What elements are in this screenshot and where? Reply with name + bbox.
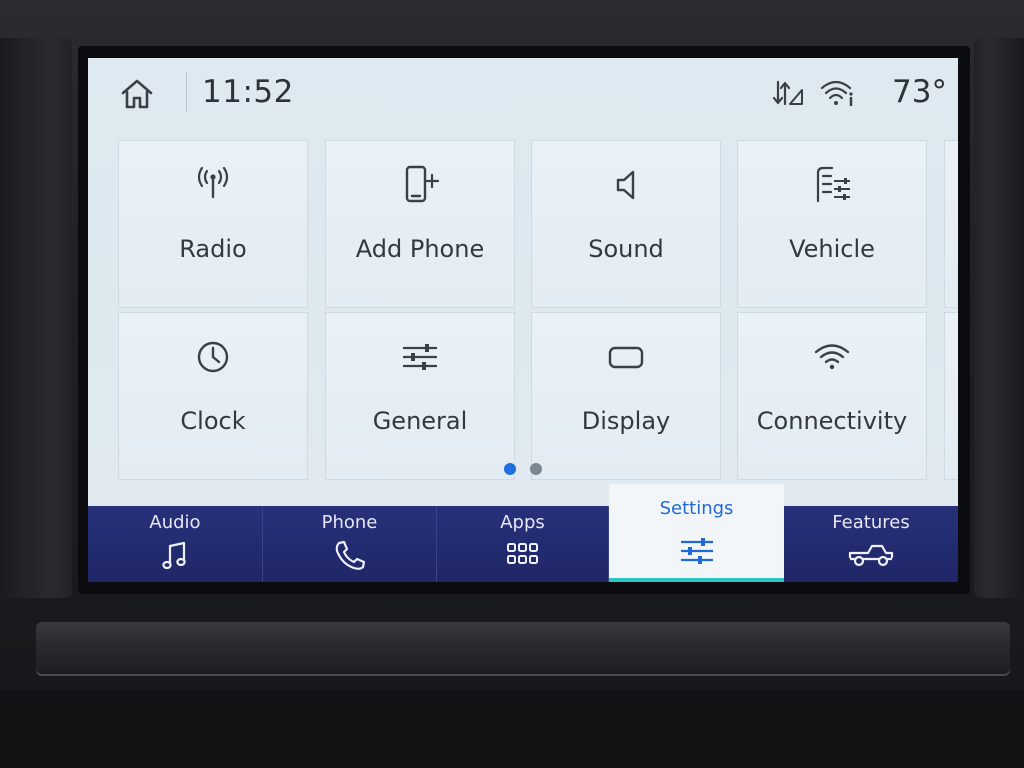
active-tab-underline [609,578,784,582]
page-indicator [503,463,543,477]
nav-label: Features [832,512,910,533]
wifi-info-icon [820,78,856,108]
tile-label: Clock [180,407,246,435]
tile-label: General [372,407,468,435]
tile-general[interactable]: General [325,312,515,480]
nav-apps[interactable]: Apps [437,506,609,582]
add-phone-icon [398,163,442,207]
sliders-icon [398,335,442,379]
page-dot-1[interactable] [504,463,516,475]
phone-handset-icon [332,538,368,572]
tile-radio[interactable]: Radio [118,140,308,308]
signal-arrows-icon [772,78,804,108]
clock-icon [191,335,235,379]
vehicle-settings-icon [810,163,854,207]
music-note-icon [157,538,193,572]
apps-grid-icon [505,538,541,572]
tile-label: Vehicle [789,235,875,263]
truck-icon [848,538,894,572]
home-icon[interactable] [120,78,154,110]
nav-settings[interactable]: Settings [609,484,784,582]
bezel-left-trim [0,38,72,598]
wifi-icon [810,335,854,379]
next-tile-peek [944,312,958,480]
infotainment-screen: 11:52 73° Radio Add Phone Sound Vehicle … [88,58,958,582]
tile-clock[interactable]: Clock [118,312,308,480]
tile-vehicle[interactable]: Vehicle [737,140,927,308]
tile-display[interactable]: Display [531,312,721,480]
tile-sound[interactable]: Sound [531,140,721,308]
dashboard-lower-trim [36,622,1010,676]
status-bar: 11:52 73° [88,58,958,132]
bezel-right-trim [974,38,1024,598]
tile-label: Connectivity [756,407,908,435]
next-tile-peek [944,140,958,308]
radio-antenna-icon [191,163,235,207]
tile-label: Add Phone [355,235,485,263]
page-dot-2[interactable] [530,463,542,475]
status-divider [186,72,187,112]
tile-label: Sound [588,235,664,263]
clock-time: 11:52 [202,74,294,110]
nav-label: Settings [659,498,734,519]
nav-features[interactable]: Features [784,506,958,582]
nav-label: Apps [500,512,545,533]
bottom-nav: Audio Phone Apps Settings Features [88,484,958,582]
tile-connectivity[interactable]: Connectivity [737,312,927,480]
tile-label: Radio [179,235,247,263]
nav-audio[interactable]: Audio [88,506,263,582]
tile-add-phone[interactable]: Add Phone [325,140,515,308]
dashboard-lower-panel [0,690,1024,768]
settings-sliders-icon [679,534,715,568]
speaker-icon [604,163,648,207]
nav-label: Phone [321,512,378,533]
display-icon [604,335,648,379]
nav-label: Audio [149,512,201,533]
nav-phone[interactable]: Phone [263,506,437,582]
outside-temperature: 73° [892,74,947,110]
tile-label: Display [581,407,671,435]
